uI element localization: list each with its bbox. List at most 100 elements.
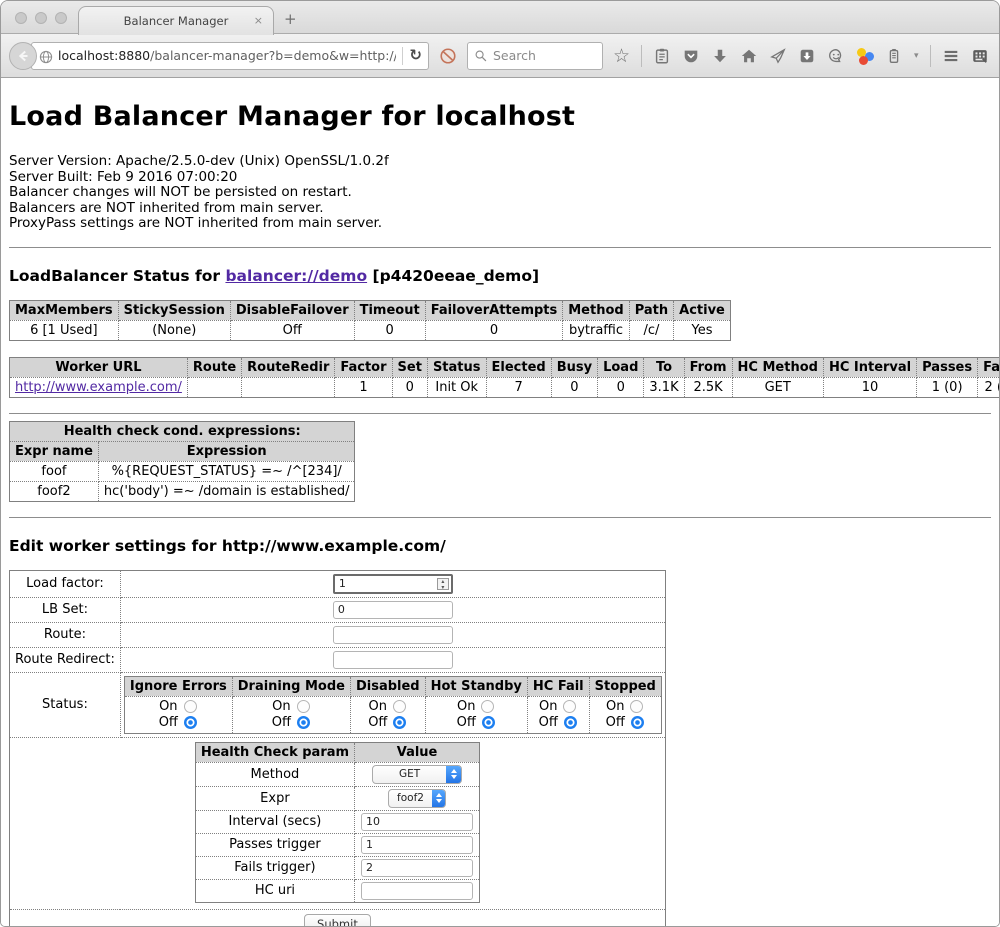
- hot-standby-on-radio[interactable]: [481, 700, 494, 713]
- proxypass-warning-line: ProxyPass settings are NOT inherited fro…: [9, 216, 991, 232]
- server-built-line: Server Built: Feb 9 2016 07:00:20: [9, 170, 991, 186]
- zoom-window-button[interactable]: [55, 12, 67, 24]
- table-title-row: Health check cond. expressions:: [10, 421, 355, 441]
- toolbar-divider: [930, 45, 931, 67]
- menu-hamburger-icon[interactable]: [942, 47, 960, 65]
- ignore-errors-radios: On Off: [124, 696, 232, 733]
- worker-url-link[interactable]: http://www.example.com/: [15, 380, 182, 395]
- search-bar[interactable]: [467, 42, 603, 70]
- passes-row: Passes trigger: [195, 833, 479, 856]
- tab-balancer-manager[interactable]: Balancer Manager ×: [78, 6, 274, 35]
- edit-worker-form-table: Load factor: ▴▾ LB Set: Route: Route Red…: [9, 570, 666, 927]
- fails-input[interactable]: [361, 859, 473, 877]
- divider: [9, 247, 991, 248]
- worker-row: http://www.example.com/ 1 0 Init Ok 7 0 …: [10, 377, 1000, 397]
- url-text[interactable]: localhost:8880/balancer-manager?b=demo&w…: [58, 48, 396, 63]
- ignore-errors-on-radio[interactable]: [184, 700, 197, 713]
- colored-dots-extension-icon[interactable]: [856, 47, 874, 65]
- route-input[interactable]: [333, 626, 453, 644]
- pocket-icon[interactable]: [682, 47, 700, 65]
- status-radio-table: Ignore Errors Draining Mode Disabled Hot…: [124, 676, 662, 734]
- draining-mode-on-radio[interactable]: [297, 700, 310, 713]
- status-header-row: Ignore Errors Draining Mode Disabled Hot…: [124, 676, 661, 696]
- draining-mode-off-radio[interactable]: [297, 716, 310, 729]
- search-input[interactable]: [493, 48, 593, 63]
- url-bar[interactable]: localhost:8880/balancer-manager?b=demo&w…: [31, 42, 429, 70]
- hot-standby-off-radio[interactable]: [482, 716, 495, 729]
- interval-input[interactable]: [361, 813, 473, 831]
- number-spinner-icon[interactable]: ▴▾: [437, 578, 449, 590]
- battery-extension-icon[interactable]: [885, 47, 903, 65]
- expr-row-foof: foof %{REQUEST_STATUS} =~ /^[234]/: [10, 461, 355, 481]
- stopped-radios: On Off: [589, 696, 661, 733]
- method-label: Method: [195, 762, 354, 786]
- home-icon[interactable]: [740, 47, 758, 65]
- divider: [9, 517, 991, 518]
- status-label: Status:: [10, 672, 121, 737]
- chat-smiley-icon[interactable]: [827, 47, 845, 65]
- bookmark-star-icon[interactable]: ☆: [613, 47, 630, 65]
- navigation-toolbar: localhost:8880/balancer-manager?b=demo&w…: [1, 34, 999, 78]
- lb-set-label: LB Set:: [10, 597, 121, 622]
- stopped-on-radio[interactable]: [630, 700, 643, 713]
- lb-set-input[interactable]: [333, 601, 453, 619]
- save-to-device-icon[interactable]: [798, 47, 816, 65]
- lb-set-row: LB Set:: [10, 597, 666, 622]
- hot-standby-radios: On Off: [425, 696, 527, 733]
- persist-warning-line: Balancer changes will NOT be persisted o…: [9, 185, 991, 201]
- balancer-params-table: MaxMembers StickySession DisableFailover…: [9, 300, 731, 341]
- fails-row: Fails trigger): [195, 856, 479, 879]
- hc-uri-row: HC uri: [195, 879, 479, 902]
- health-check-row: Health Check param Value Method GET: [10, 737, 666, 909]
- draining-mode-radios: On Off: [232, 696, 350, 733]
- route-redirect-row: Route Redirect:: [10, 647, 666, 672]
- route-redirect-input[interactable]: [333, 651, 453, 669]
- expr-select[interactable]: foof2: [388, 789, 446, 808]
- back-button[interactable]: [9, 42, 37, 70]
- stopped-off-radio[interactable]: [631, 716, 644, 729]
- chevron-down-icon[interactable]: ▾: [914, 51, 919, 61]
- load-factor-stepper: ▴▾: [333, 574, 453, 594]
- route-redirect-label: Route Redirect:: [10, 647, 121, 672]
- hc-fail-off-radio[interactable]: [564, 716, 577, 729]
- method-select[interactable]: GET: [372, 765, 462, 784]
- search-icon: [474, 49, 488, 63]
- load-factor-input[interactable]: [333, 574, 453, 594]
- reload-icon[interactable]: ↻: [409, 48, 422, 63]
- new-tab-button[interactable]: +: [284, 10, 297, 28]
- expr-row: Expr foof2: [195, 786, 479, 810]
- keyboard-grid-icon[interactable]: [971, 47, 989, 65]
- reading-list-icon[interactable]: [653, 47, 671, 65]
- balancer-demo-link[interactable]: balancer://demo: [225, 267, 367, 285]
- hc-fail-radios: On Off: [527, 696, 589, 733]
- close-window-button[interactable]: [15, 12, 27, 24]
- server-info: Server Version: Apache/2.5.0-dev (Unix) …: [9, 154, 991, 232]
- disabled-on-radio[interactable]: [393, 700, 406, 713]
- globe-icon: [38, 49, 54, 65]
- passes-input[interactable]: [361, 836, 473, 854]
- table-header-row: MaxMembers StickySession DisableFailover…: [10, 300, 731, 320]
- ignore-errors-off-radio[interactable]: [184, 716, 197, 729]
- expr-row-foof2: foof2 hc('body') =~ /domain is establish…: [10, 481, 355, 501]
- hc-fail-on-radio[interactable]: [563, 700, 576, 713]
- downloads-icon[interactable]: [711, 47, 729, 65]
- hc-expressions-table: Health check cond. expressions: Expr nam…: [9, 421, 355, 502]
- table-row: 6 [1 Used] (None) Off 0 0 bytraffic /c/ …: [10, 320, 731, 340]
- submit-button[interactable]: Submit: [304, 914, 371, 927]
- tab-close-icon[interactable]: ×: [254, 14, 263, 27]
- hc-uri-input[interactable]: [361, 882, 473, 900]
- expr-label: Expr: [195, 786, 354, 810]
- load-factor-label: Load factor:: [10, 570, 121, 597]
- minimize-window-button[interactable]: [35, 12, 47, 24]
- inherit-warning-line: Balancers are NOT inherited from main se…: [9, 201, 991, 217]
- interval-row: Interval (secs): [195, 810, 479, 833]
- balancer-status-heading: LoadBalancer Status for balancer://demo …: [9, 267, 991, 285]
- edit-worker-heading: Edit worker settings for http://www.exam…: [9, 537, 991, 555]
- send-tab-icon[interactable]: [769, 47, 787, 65]
- hc-uri-label: HC uri: [195, 879, 354, 902]
- disabled-off-radio[interactable]: [393, 716, 406, 729]
- tab-title: Balancer Manager: [124, 14, 229, 28]
- route-row: Route:: [10, 622, 666, 647]
- blocked-content-icon[interactable]: [439, 47, 457, 65]
- table-header-row: Health Check param Value: [195, 742, 479, 762]
